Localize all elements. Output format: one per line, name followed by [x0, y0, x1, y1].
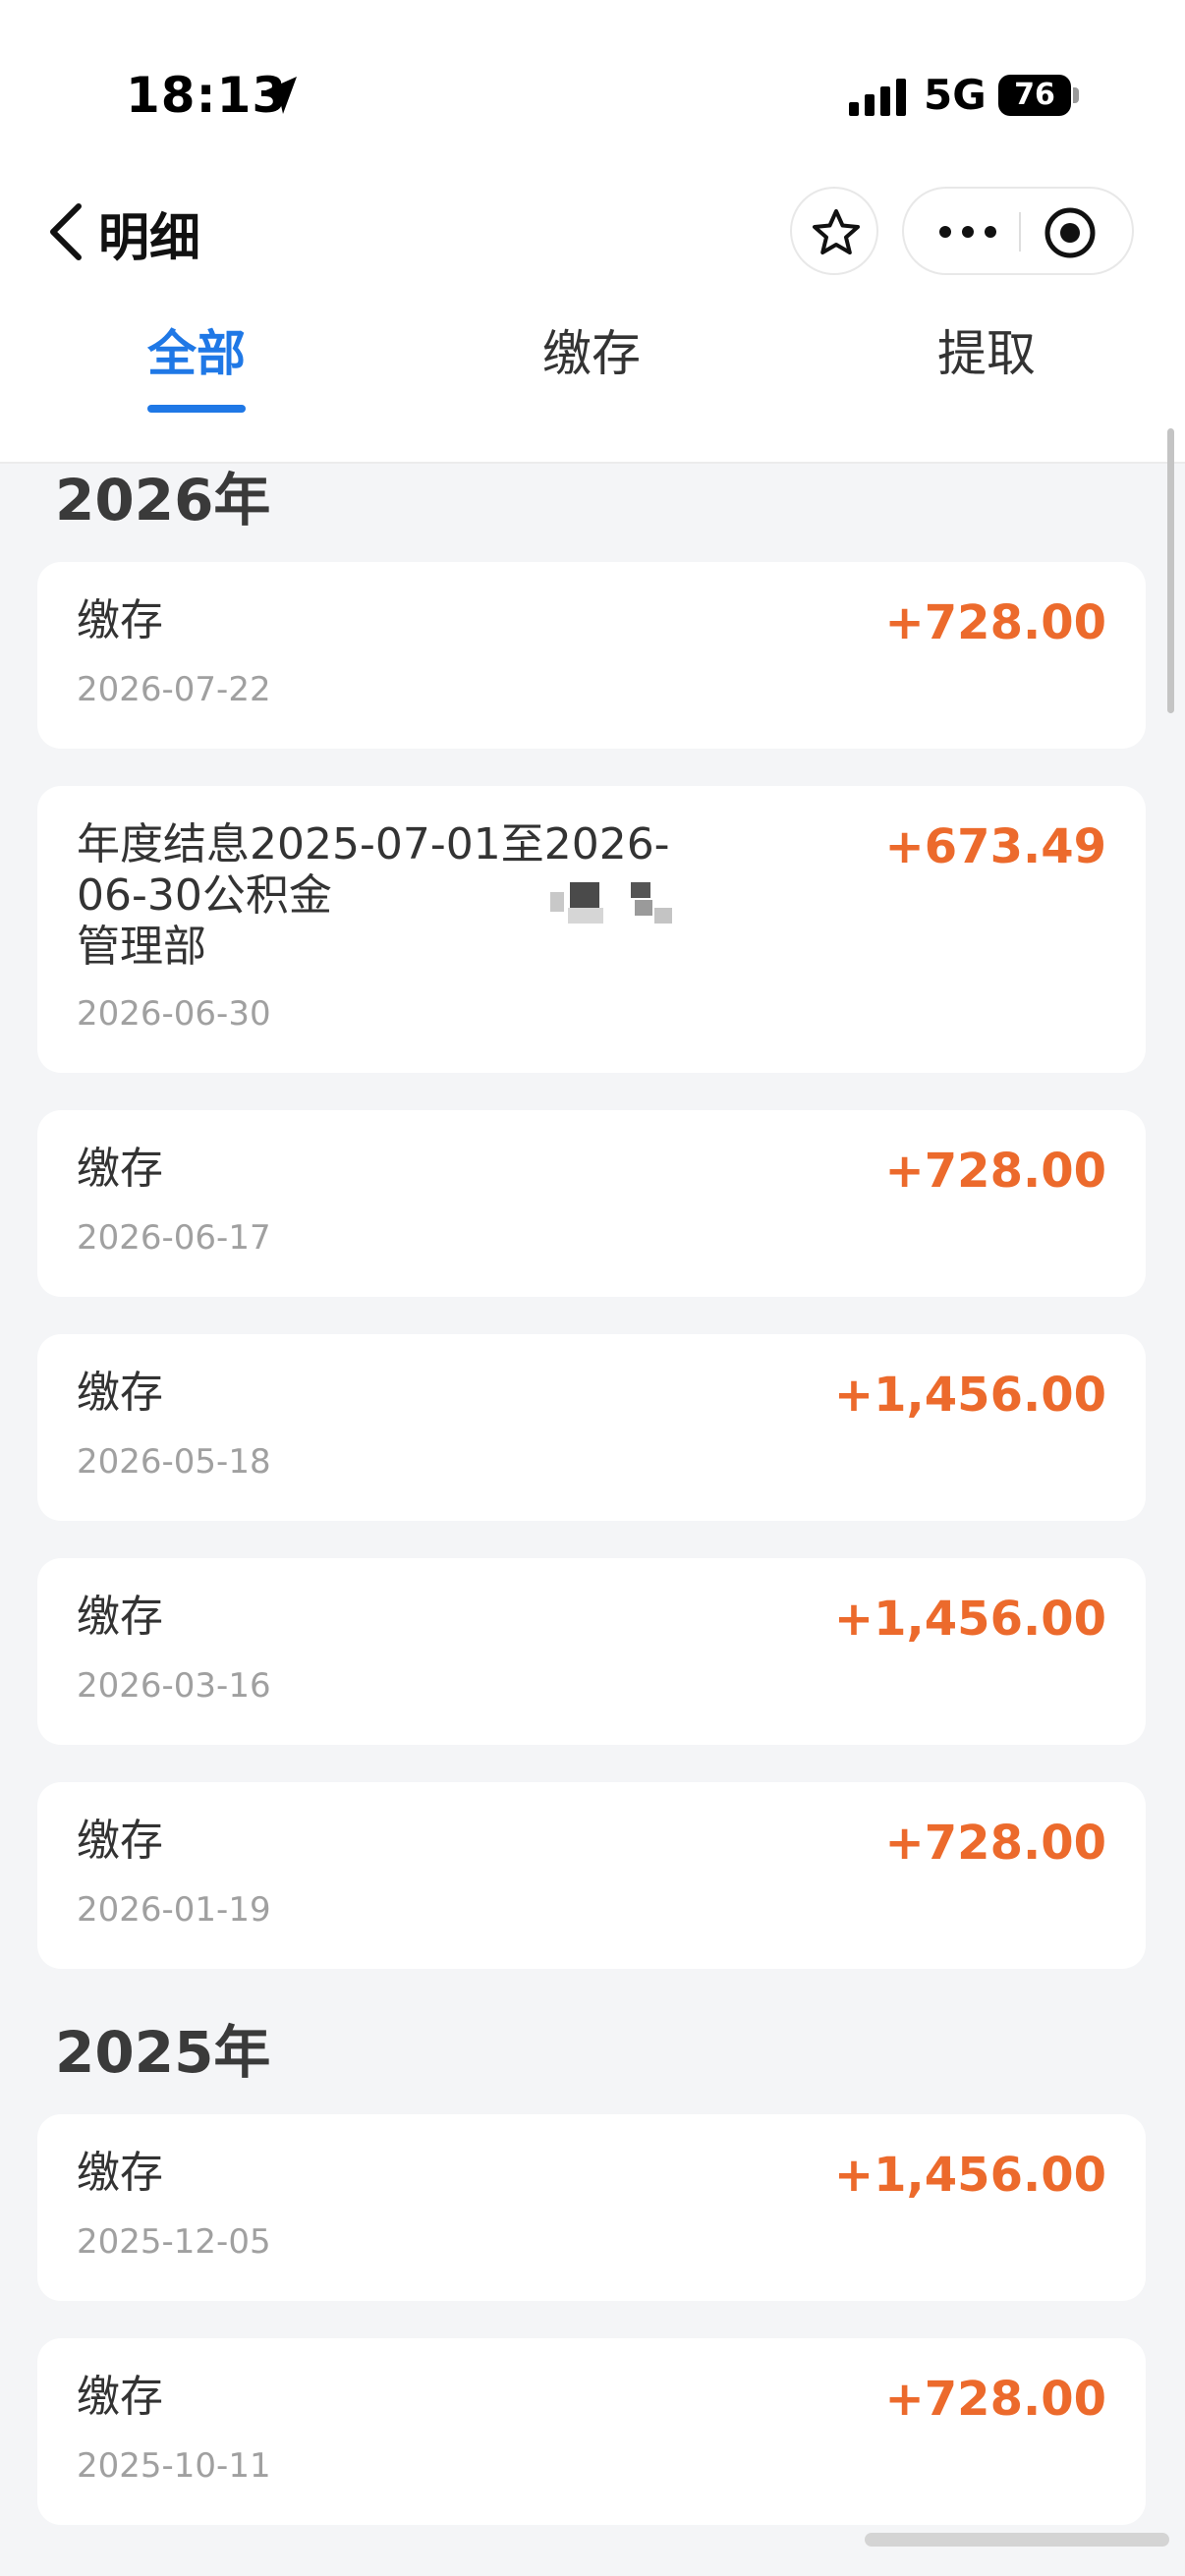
tab-all[interactable]: 全部 [98, 314, 295, 413]
mini-program-capsule [902, 187, 1134, 275]
chevron-left-icon[interactable] [43, 200, 90, 263]
record-amount: +1,456.00 [833, 1592, 1106, 1647]
star-icon [813, 209, 860, 254]
record-date: 2026-01-19 [77, 1890, 271, 1930]
nav-header: 明细 全部 缴存 提取 [0, 187, 1185, 464]
record-card[interactable]: 年度结息2025-07-01至2026-06-30公积金 管理部 2026-06… [37, 786, 1146, 1073]
record-amount: +1,456.00 [833, 2148, 1106, 2203]
redaction-mosaic [550, 882, 672, 924]
signal-bars-icon [849, 79, 906, 116]
record-card[interactable]: 缴存 2025-12-05 +1,456.00 [37, 2114, 1146, 2301]
capsule-divider [1019, 212, 1021, 252]
favorite-button[interactable] [790, 187, 878, 275]
record-title: 缴存 [77, 2148, 163, 2198]
tab-withdraw[interactable]: 提取 [888, 314, 1085, 385]
tab-active-indicator [147, 405, 246, 413]
page-title: 明细 [98, 209, 201, 268]
network-label: 5G [924, 71, 987, 119]
tab-label: 缴存 [542, 325, 641, 382]
record-date: 2026-05-18 [77, 1442, 271, 1482]
tab-label: 提取 [937, 325, 1036, 382]
location-arrow-icon [261, 77, 297, 114]
record-card[interactable]: 缴存 2026-07-22 +728.00 [37, 562, 1146, 749]
record-amount: +1,456.00 [833, 1368, 1106, 1423]
record-amount: +728.00 [884, 1816, 1106, 1871]
record-card[interactable]: 缴存 2025-10-11 +728.00 [37, 2338, 1146, 2525]
record-date: 2026-06-30 [77, 994, 271, 1034]
tab-label: 全部 [147, 325, 246, 382]
battery-cap [1073, 87, 1079, 103]
record-amount: +728.00 [884, 1144, 1106, 1199]
record-title: 缴存 [77, 1816, 163, 1866]
home-indicator[interactable] [865, 2533, 1169, 2547]
tab-deposit[interactable]: 缴存 [493, 314, 690, 385]
record-card[interactable]: 缴存 2026-03-16 +1,456.00 [37, 1558, 1146, 1745]
scrollbar[interactable] [1167, 428, 1174, 713]
record-title: 缴存 [77, 595, 163, 645]
record-title: 缴存 [77, 1592, 163, 1642]
record-title: 缴存 [77, 1368, 163, 1418]
tab-bar: 全部 缴存 提取 [0, 314, 1185, 464]
status-bar: 18:13 5G 76 [0, 0, 1185, 187]
record-date: 2025-12-05 [77, 2222, 271, 2262]
record-date: 2026-03-16 [77, 1666, 271, 1706]
battery-icon: 76 [998, 75, 1079, 116]
record-amount: +728.00 [884, 2372, 1106, 2427]
record-title: 缴存 [77, 1144, 163, 1194]
record-date: 2025-10-11 [77, 2446, 271, 2486]
record-card[interactable]: 缴存 2026-05-18 +1,456.00 [37, 1334, 1146, 1521]
target-circle-icon[interactable] [1044, 206, 1097, 259]
more-dots-icon[interactable] [937, 224, 998, 240]
record-title-suffix: 管理部 [77, 922, 206, 972]
record-title: 缴存 [77, 2372, 163, 2422]
battery-level: 76 [998, 75, 1071, 116]
record-date: 2026-07-22 [77, 670, 271, 709]
record-amount: +728.00 [884, 595, 1106, 650]
record-amount: +673.49 [884, 819, 1106, 874]
record-card[interactable]: 缴存 2026-01-19 +728.00 [37, 1782, 1146, 1969]
year-header: 2025年 [55, 2019, 271, 2086]
record-date: 2026-06-17 [77, 1218, 271, 1258]
year-header: 2026年 [55, 467, 271, 533]
record-card[interactable]: 缴存 2026-06-17 +728.00 [37, 1110, 1146, 1297]
